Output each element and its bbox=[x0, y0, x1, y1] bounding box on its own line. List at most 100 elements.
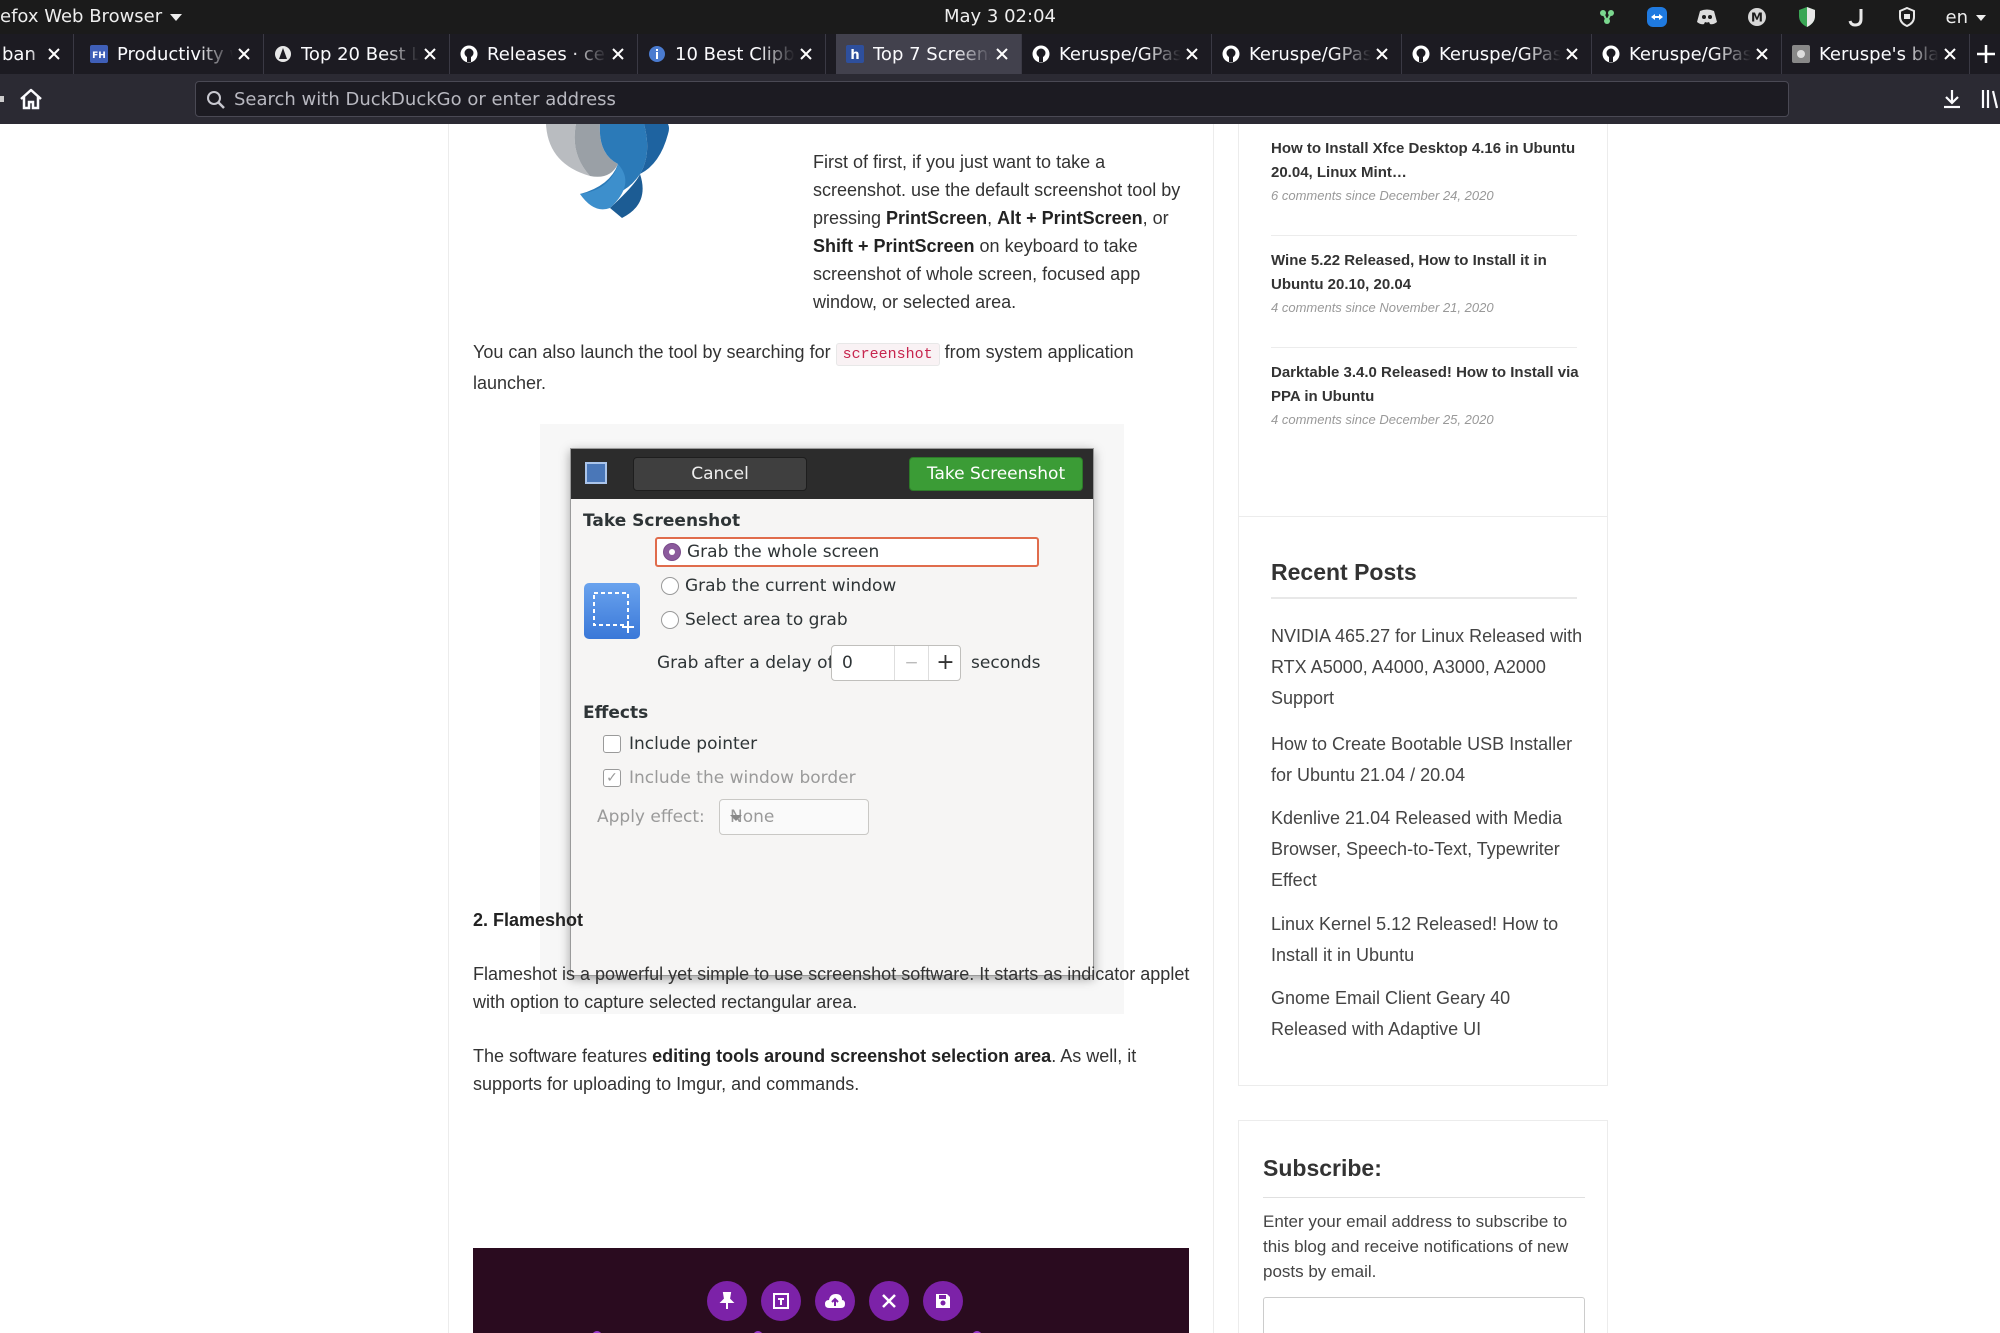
comment-post-title[interactable]: How to Install Xfce Desktop 4.16 in Ubun… bbox=[1271, 137, 1581, 185]
tab-10[interactable]: Keruspe's blac bbox=[1782, 34, 1970, 74]
key-printscreen: PrintScreen bbox=[886, 208, 988, 228]
tab-4[interactable]: 10 Best Clipbc bbox=[638, 34, 826, 74]
gnome-screenshot-dialog-image: Cancel Take Screenshot Take Screenshot G… bbox=[570, 448, 1094, 976]
recent-post-link[interactable]: NVIDIA 465.27 for Linux Released with RT… bbox=[1271, 621, 1587, 714]
comment-post-meta: 6 comments since December 24, 2020 bbox=[1271, 188, 1494, 203]
info-favicon-icon bbox=[648, 45, 666, 63]
pin-icon bbox=[707, 1281, 747, 1321]
comment-post-meta: 4 comments since November 21, 2020 bbox=[1271, 300, 1494, 315]
tab-5-active[interactable]: h Top 7 Screens bbox=[836, 34, 1022, 74]
tab-title: Keruspe/GPas bbox=[1439, 43, 1561, 65]
shield-tray-icon[interactable] bbox=[1796, 6, 1818, 28]
tab-6[interactable]: Keruspe/GPas bbox=[1022, 34, 1212, 74]
checkbox-checked-icon: ✓ bbox=[603, 769, 621, 787]
tab-title: Top 7 Screens bbox=[873, 43, 991, 65]
checkbox-unchecked-icon bbox=[603, 735, 621, 753]
tab-2[interactable]: Top 20 Best Li bbox=[264, 34, 450, 74]
close-tab-icon[interactable] bbox=[1561, 43, 1583, 65]
open-app-icon bbox=[761, 1281, 801, 1321]
site-favicon-icon bbox=[274, 45, 292, 63]
option-label: Grab the whole screen bbox=[687, 542, 880, 562]
recent-post-link[interactable]: Gnome Email Client Geary 40 Released wit… bbox=[1271, 983, 1587, 1045]
blog-favicon-icon bbox=[1792, 45, 1810, 63]
features-bold-text: editing tools around screenshot selectio… bbox=[652, 1046, 1052, 1066]
tab-title: Top 20 Best Li bbox=[301, 43, 419, 65]
comment-post-title[interactable]: Darktable 3.4.0 Released! How to Install… bbox=[1271, 361, 1581, 409]
tab-title: Keruspe/GPas bbox=[1059, 43, 1181, 65]
apply-effect-select: None bbox=[719, 799, 869, 835]
features-paragraph: The software features editing tools arou… bbox=[473, 1042, 1193, 1098]
section-heading-flameshot: 2. Flameshot bbox=[473, 910, 584, 930]
security-shield-tray-icon[interactable] bbox=[1896, 6, 1918, 28]
close-tab-icon[interactable] bbox=[43, 43, 65, 65]
download-icon[interactable] bbox=[1940, 87, 1964, 111]
close-tab-icon[interactable] bbox=[795, 43, 817, 65]
delay-plus-icon: + bbox=[928, 646, 962, 680]
comment-post-item[interactable]: Wine 5.22 Released, How to Install it in… bbox=[1271, 249, 1581, 315]
app-logo-image bbox=[546, 124, 669, 218]
close-tab-icon[interactable] bbox=[1181, 43, 1203, 65]
recent-post-link[interactable]: Kdenlive 21.04 Released with Media Brows… bbox=[1271, 803, 1587, 896]
include-border-label: Include the window border bbox=[629, 768, 856, 788]
intro-sep: , or bbox=[1142, 208, 1169, 228]
github-favicon-icon bbox=[1412, 45, 1430, 63]
inline-code-screenshot: screenshot bbox=[835, 343, 940, 366]
tab-title: Keruspe/GPas bbox=[1629, 43, 1751, 65]
recent-post-link[interactable]: Linux Kernel 5.12 Released! How to Insta… bbox=[1271, 909, 1587, 971]
flameshot-paragraph: Flameshot is a powerful yet simple to us… bbox=[473, 964, 1190, 1012]
browser-tab-strip: ban FH Productivity w Top 20 Best Li Rel… bbox=[0, 34, 2000, 74]
svg-text:M: M bbox=[1751, 11, 1763, 25]
comment-post-item[interactable]: How to Install Xfce Desktop 4.16 in Ubun… bbox=[1271, 137, 1581, 203]
tab-8[interactable]: Keruspe/GPas bbox=[1402, 34, 1592, 74]
home-icon[interactable] bbox=[18, 86, 44, 112]
close-tab-icon[interactable] bbox=[419, 43, 441, 65]
mail-m-tray-icon[interactable]: M bbox=[1746, 6, 1768, 28]
include-pointer-label: Include pointer bbox=[629, 734, 758, 754]
delay-value: 0 bbox=[842, 653, 853, 673]
site-h-favicon-icon: h bbox=[846, 45, 864, 63]
radio-selected-icon bbox=[663, 543, 681, 561]
network-tray-icon[interactable] bbox=[1596, 6, 1618, 28]
radio-icon bbox=[661, 611, 679, 629]
recent-posts-widget: Recent Posts NVIDIA 465.27 for Linux Rel… bbox=[1238, 516, 1608, 1086]
language-caret-icon bbox=[1976, 14, 1986, 21]
svg-text:h: h bbox=[850, 48, 859, 63]
comment-post-title[interactable]: Wine 5.22 Released, How to Install it in… bbox=[1271, 249, 1581, 297]
launch-text: You can also launch the tool by searchin… bbox=[473, 342, 836, 362]
navigation-toolbar bbox=[0, 74, 2000, 124]
new-tab-plus-icon[interactable] bbox=[1974, 42, 1998, 66]
tab-7[interactable]: Keruspe/GPas bbox=[1212, 34, 1402, 74]
dropdown-arrow-icon bbox=[730, 815, 742, 821]
close-tab-icon[interactable] bbox=[1939, 43, 1961, 65]
subscribe-email-input[interactable] bbox=[1263, 1297, 1585, 1333]
tab-9[interactable]: Keruspe/GPas bbox=[1592, 34, 1782, 74]
close-tab-icon[interactable] bbox=[1371, 43, 1393, 65]
keyboard-language-indicator[interactable]: en bbox=[1946, 7, 1986, 28]
address-input[interactable] bbox=[234, 82, 1774, 116]
comment-post-item[interactable]: Darktable 3.4.0 Released! How to Install… bbox=[1271, 361, 1581, 427]
address-bar[interactable] bbox=[195, 81, 1789, 117]
web-page-content: First of first, if you just want to take… bbox=[0, 124, 2000, 1333]
library-icon[interactable] bbox=[1980, 88, 2000, 110]
heading-divider bbox=[1271, 597, 1577, 599]
navigation-edge bbox=[0, 96, 4, 102]
productivity-favicon-icon: FH bbox=[90, 45, 108, 63]
tab-1[interactable]: FH Productivity w bbox=[80, 34, 264, 74]
svg-text:FH: FH bbox=[92, 51, 106, 61]
j-tray-icon[interactable] bbox=[1846, 6, 1868, 28]
close-tab-icon[interactable] bbox=[991, 43, 1013, 65]
subscribe-description: Enter your email address to subscribe to… bbox=[1263, 1212, 1569, 1281]
flameshot-screenshot-image bbox=[473, 1248, 1189, 1333]
key-shift-printscreen: Shift + PrintScreen bbox=[813, 236, 975, 256]
subscribe-heading: Subscribe: bbox=[1263, 1155, 1382, 1181]
close-tab-icon[interactable] bbox=[1751, 43, 1773, 65]
tab-0[interactable]: ban bbox=[0, 34, 74, 74]
close-tab-icon[interactable] bbox=[607, 43, 629, 65]
recent-post-link[interactable]: How to Create Bootable USB Installer for… bbox=[1271, 729, 1587, 791]
teamviewer-tray-icon[interactable] bbox=[1646, 6, 1668, 28]
discord-tray-icon[interactable] bbox=[1696, 6, 1718, 28]
widget-divider bbox=[1271, 235, 1577, 236]
close-tab-icon[interactable] bbox=[233, 43, 255, 65]
effects-heading: Effects bbox=[583, 703, 649, 723]
tab-3[interactable]: Releases · cer bbox=[450, 34, 638, 74]
